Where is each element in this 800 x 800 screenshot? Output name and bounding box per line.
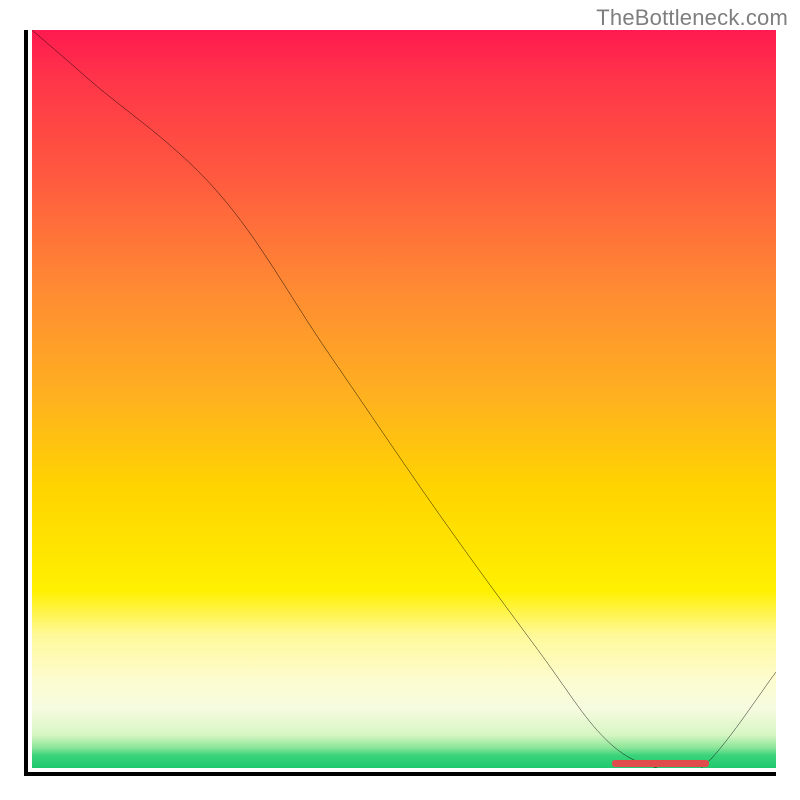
plot-area <box>32 30 776 768</box>
optimum-range-marker <box>612 760 709 767</box>
plot-frame <box>24 30 776 776</box>
attribution-text: TheBottleneck.com <box>596 5 788 31</box>
chart-container: TheBottleneck.com <box>0 0 800 800</box>
bottleneck-curve <box>32 30 776 768</box>
